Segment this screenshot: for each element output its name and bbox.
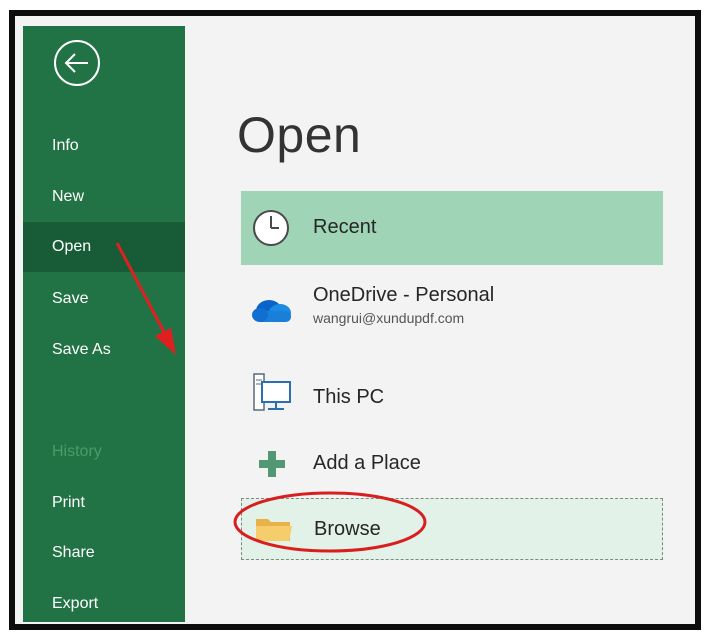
screenshot-frame: Info New Open Save Save As History Print… <box>9 10 701 630</box>
nav-item-print[interactable]: Print <box>23 478 185 528</box>
location-label: Add a Place <box>313 452 421 474</box>
nav-item-history: History <box>52 443 102 460</box>
location-recent[interactable]: Recent <box>241 191 663 265</box>
folder-icon <box>254 513 294 545</box>
nav-item-export[interactable]: Export <box>23 579 185 622</box>
backstage-sidebar: Info New Open Save Save As History Print… <box>23 26 185 622</box>
nav-item-save-as[interactable]: Save As <box>23 325 185 375</box>
open-pane: Open Recent OneDrive - Personal wangrui@… <box>185 26 695 622</box>
location-browse[interactable]: Browse <box>241 498 663 560</box>
page-title: Open <box>237 107 362 163</box>
location-account: wangrui@xundupdf.com <box>313 310 465 326</box>
nav-item-open[interactable]: Open <box>23 222 185 272</box>
location-this-pc[interactable]: This PC <box>241 362 663 430</box>
location-label: Recent <box>313 216 377 238</box>
back-arrow-circle-icon[interactable] <box>52 38 102 88</box>
nav-item-share[interactable]: Share <box>23 528 185 578</box>
location-label: Browse <box>314 518 381 540</box>
clock-icon <box>251 208 291 248</box>
nav-item-save[interactable]: Save <box>23 274 185 324</box>
location-add-a-place[interactable]: Add a Place <box>241 430 663 498</box>
plus-icon <box>257 449 287 479</box>
nav-item-new[interactable]: New <box>23 172 185 222</box>
location-label: This PC <box>313 386 385 408</box>
location-onedrive[interactable]: OneDrive - Personal wangrui@xundupdf.com <box>241 274 663 342</box>
backstage-view: Info New Open Save Save As History Print… <box>23 26 695 622</box>
location-label: OneDrive - Personal <box>313 284 495 306</box>
cloud-icon <box>249 294 295 324</box>
nav-item-info[interactable]: Info <box>23 121 185 171</box>
computer-icon <box>253 372 293 412</box>
